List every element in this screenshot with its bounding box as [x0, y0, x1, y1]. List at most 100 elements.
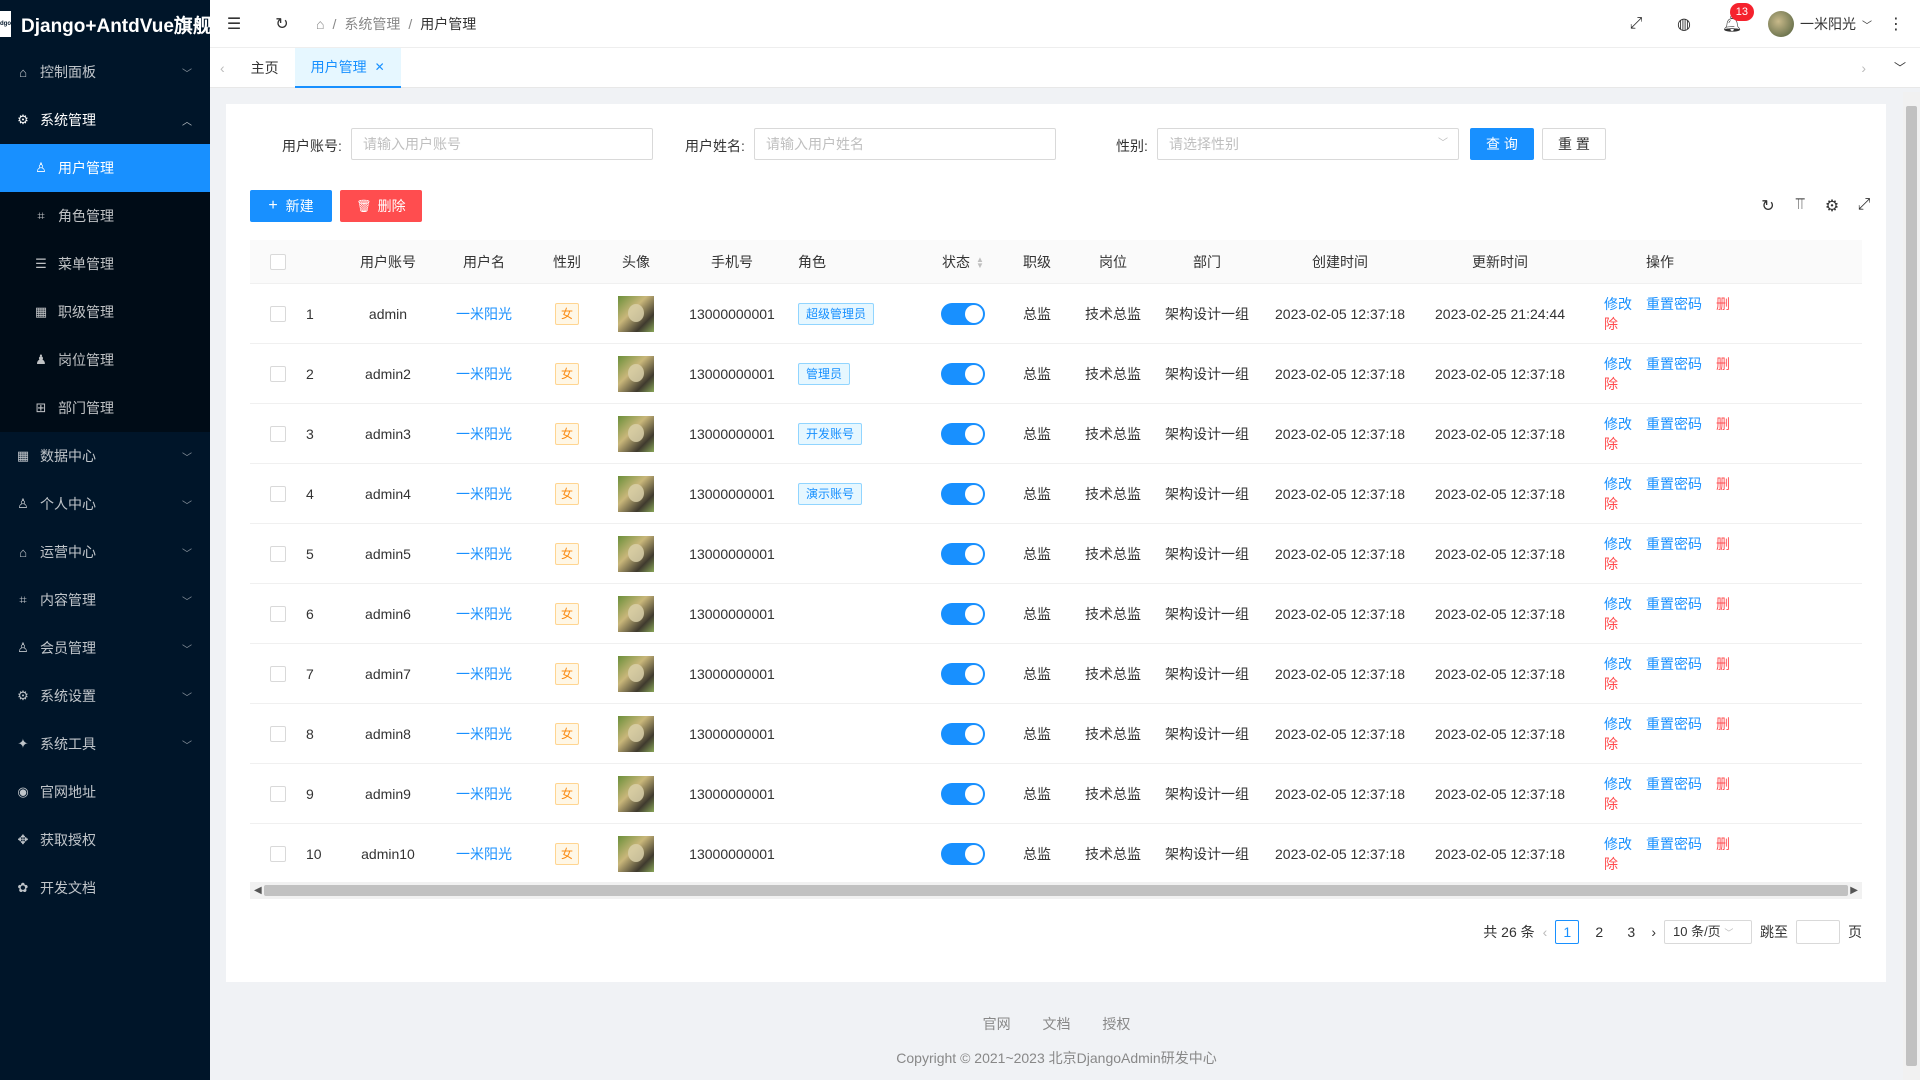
status-switch[interactable]	[941, 482, 985, 505]
query-button[interactable]: 查 询	[1470, 128, 1534, 160]
jump-input[interactable]	[1796, 920, 1840, 944]
menu-item-license[interactable]: ✥ 获取授权	[0, 816, 210, 864]
settings-icon[interactable]: ⚙	[1816, 196, 1848, 216]
avatar[interactable]	[618, 475, 654, 512]
edit-link[interactable]: 修改	[1604, 296, 1632, 312]
submenu-item-dept[interactable]: ⊞ 部门管理	[0, 384, 210, 432]
avatar[interactable]	[618, 415, 654, 452]
select-all-checkbox[interactable]	[250, 253, 306, 271]
edit-link[interactable]: 修改	[1604, 716, 1632, 732]
edit-link[interactable]: 修改	[1604, 836, 1632, 852]
checkbox[interactable]	[270, 486, 286, 503]
status-switch[interactable]	[941, 362, 985, 385]
footer-link[interactable]: 授权	[1102, 1016, 1130, 1032]
cell-username-link[interactable]: 一米阳光	[440, 724, 528, 744]
fullscreen-icon[interactable]: ⤢	[1848, 196, 1880, 216]
status-switch[interactable]	[941, 782, 985, 805]
cell-username-link[interactable]: 一米阳光	[440, 844, 528, 864]
reset-password-link[interactable]: 重置密码	[1646, 356, 1702, 372]
avatar[interactable]	[618, 535, 654, 572]
avatar[interactable]	[618, 595, 654, 632]
status-switch[interactable]	[941, 602, 985, 625]
avatar[interactable]	[618, 715, 654, 752]
reset-password-link[interactable]: 重置密码	[1646, 596, 1702, 612]
menu-item-website[interactable]: ◉ 官网地址	[0, 768, 210, 816]
reset-password-link[interactable]: 重置密码	[1646, 296, 1702, 312]
cell-username-link[interactable]: 一米阳光	[440, 484, 528, 504]
scroll-left-icon[interactable]: ◀	[254, 882, 262, 899]
row-checkbox[interactable]	[250, 425, 306, 443]
cell-username-link[interactable]: 一米阳光	[440, 784, 528, 804]
cell-username-link[interactable]: 一米阳光	[440, 544, 528, 564]
row-checkbox[interactable]	[250, 605, 306, 623]
checkbox[interactable]	[270, 666, 286, 683]
menu-item-system[interactable]: ⚙ 系统管理 ︿	[0, 96, 210, 144]
menu-fold-icon[interactable]: ☰	[210, 0, 258, 48]
reset-password-link[interactable]: 重置密码	[1646, 416, 1702, 432]
edit-link[interactable]: 修改	[1604, 476, 1632, 492]
submenu-item-level[interactable]: ▦ 职级管理	[0, 288, 210, 336]
notification-bell[interactable]: 🔔︎ 13	[1708, 0, 1756, 48]
scroll-thumb[interactable]	[1906, 106, 1917, 1066]
cell-username-link[interactable]: 一米阳光	[440, 664, 528, 684]
edit-link[interactable]: 修改	[1604, 596, 1632, 612]
edit-link[interactable]: 修改	[1604, 536, 1632, 552]
menu-item-member[interactable]: ♙ 会员管理 ﹀	[0, 624, 210, 672]
submenu-item-menu[interactable]: ☰ 菜单管理	[0, 240, 210, 288]
row-checkbox[interactable]	[250, 485, 306, 503]
row-checkbox[interactable]	[250, 665, 306, 683]
menu-item-settings[interactable]: ⚙ 系统设置 ﹀	[0, 672, 210, 720]
checkbox[interactable]	[270, 546, 286, 563]
row-checkbox[interactable]	[250, 305, 306, 323]
menu-item-personal[interactable]: ♙ 个人中心 ﹀	[0, 480, 210, 528]
add-button[interactable]: + 新建	[250, 190, 332, 222]
checkbox[interactable]	[270, 606, 286, 623]
density-icon[interactable]: ⫪	[1784, 196, 1816, 216]
more-icon[interactable]: ⋮	[1872, 0, 1920, 48]
status-switch[interactable]	[941, 422, 985, 445]
horizontal-scrollbar[interactable]: ◀ ▶	[250, 882, 1862, 899]
app-logo[interactable]: dgo Django+AntdVue旗舰版	[0, 0, 210, 48]
cell-username-link[interactable]: 一米阳光	[440, 604, 528, 624]
submenu-item-role[interactable]: ⌗ 角色管理	[0, 192, 210, 240]
avatar[interactable]	[618, 835, 654, 872]
reset-password-link[interactable]: 重置密码	[1646, 476, 1702, 492]
cell-username-link[interactable]: 一米阳光	[440, 304, 528, 324]
refresh-icon[interactable]: ↻	[258, 0, 306, 48]
menu-item-content[interactable]: ⌗ 内容管理 ﹀	[0, 576, 210, 624]
reset-password-link[interactable]: 重置密码	[1646, 656, 1702, 672]
checkbox[interactable]	[270, 426, 286, 443]
menu-item-dashboard[interactable]: ⌂ 控制面板 ﹀	[0, 48, 210, 96]
tab-user-management[interactable]: 用户管理 ✕	[294, 47, 401, 88]
avatar[interactable]	[618, 775, 654, 812]
row-checkbox[interactable]	[250, 845, 306, 863]
scroll-right-icon[interactable]: ▶	[1850, 882, 1858, 899]
reset-password-link[interactable]: 重置密码	[1646, 836, 1702, 852]
sort-icon[interactable]: ▲ ▼	[976, 255, 984, 269]
checkbox[interactable]	[270, 306, 286, 323]
cell-username-link[interactable]: 一米阳光	[440, 424, 528, 444]
checkbox[interactable]	[270, 366, 286, 383]
close-icon[interactable]: ✕	[375, 60, 385, 74]
home-icon[interactable]: ⌂	[316, 16, 324, 32]
menu-item-docs[interactable]: ✿ 开发文档	[0, 864, 210, 912]
row-checkbox[interactable]	[250, 785, 306, 803]
cell-username-link[interactable]: 一米阳光	[440, 364, 528, 384]
status-column-header[interactable]: 状态 ▲ ▼	[924, 252, 1002, 272]
checkbox[interactable]	[270, 726, 286, 743]
reset-password-link[interactable]: 重置密码	[1646, 776, 1702, 792]
fullscreen-icon[interactable]: ⤢	[1612, 0, 1660, 48]
submenu-item-user[interactable]: ♙ 用户管理	[0, 144, 210, 192]
page-1[interactable]: 1	[1555, 920, 1580, 944]
edit-link[interactable]: 修改	[1604, 656, 1632, 672]
page-size-select[interactable]: 10 条/页 ﹀	[1664, 920, 1752, 944]
language-icon[interactable]: ◍	[1660, 0, 1708, 48]
avatar[interactable]	[618, 355, 654, 392]
row-checkbox[interactable]	[250, 545, 306, 563]
row-checkbox[interactable]	[250, 725, 306, 743]
tabs-next-icon[interactable]: ›	[1861, 60, 1866, 76]
menu-item-data-center[interactable]: ▦ 数据中心 ﹀	[0, 432, 210, 480]
page-2[interactable]: 2	[1587, 920, 1611, 944]
refresh-icon[interactable]: ↻	[1752, 196, 1784, 216]
checkbox[interactable]	[270, 254, 286, 271]
